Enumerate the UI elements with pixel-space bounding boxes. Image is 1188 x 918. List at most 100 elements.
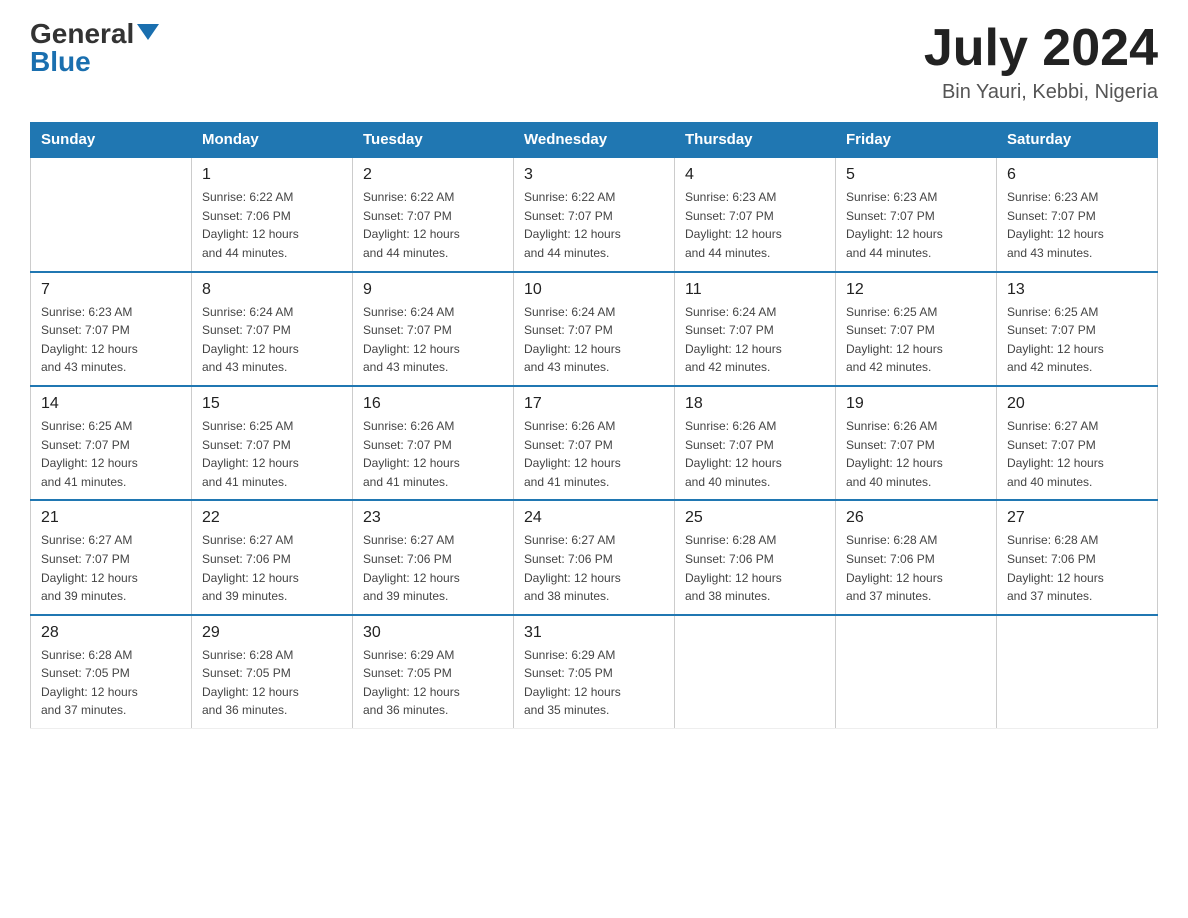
calendar-cell: 31Sunrise: 6:29 AM Sunset: 7:05 PM Dayli… xyxy=(514,615,675,729)
day-number: 12 xyxy=(846,281,986,299)
calendar-cell: 3 Sunrise: 6:22 AM Sunset: 7:07 PM Daylig… xyxy=(514,157,675,271)
calendar-cell: 20Sunrise: 6:27 AM Sunset: 7:07 PM Dayli… xyxy=(997,386,1158,500)
calendar-cell: 19 Sunrise: 6:26 AM Sunset: 7:07 PM Dayli… xyxy=(836,386,997,500)
calendar-cell: 14Sunrise: 6:25 AM Sunset: 7:07 PM Dayli… xyxy=(31,386,192,500)
day-info: Sunrise: 6:27 AM Sunset: 7:07 PM Dayligh… xyxy=(41,531,181,605)
day-number: 1 xyxy=(202,166,342,184)
day-number: 21 xyxy=(41,509,181,527)
day-number: 29 xyxy=(202,624,342,642)
day-info: Sunrise: 6:26 AM Sunset: 7:07 PM Dayligh… xyxy=(846,417,986,491)
calendar-cell: 15 Sunrise: 6:25 AM Sunset: 7:07 PM Dayli… xyxy=(192,386,353,500)
day-info: Sunrise: 6:25 AM Sunset: 7:07 PM Dayligh… xyxy=(41,417,181,491)
calendar-week-1: 1 Sunrise: 6:22 AM Sunset: 7:06 PM Daylig… xyxy=(31,157,1158,271)
calendar-cell xyxy=(675,615,836,729)
day-info: Sunrise: 6:23 AM Sunset: 7:07 PM Dayligh… xyxy=(41,303,181,377)
day-number: 7 xyxy=(41,281,181,299)
calendar-cell: 9Sunrise: 6:24 AM Sunset: 7:07 PM Daylig… xyxy=(353,272,514,386)
day-info: Sunrise: 6:24 AM Sunset: 7:07 PM Dayligh… xyxy=(524,303,664,377)
day-number: 25 xyxy=(685,509,825,527)
calendar-cell xyxy=(31,157,192,271)
header-tuesday: Tuesday xyxy=(353,123,514,158)
day-number: 5 xyxy=(846,166,986,184)
calendar-cell: 18 Sunrise: 6:26 AM Sunset: 7:07 PM Dayli… xyxy=(675,386,836,500)
day-info: Sunrise: 6:28 AM Sunset: 7:06 PM Dayligh… xyxy=(846,531,986,605)
calendar-cell: 8 Sunrise: 6:24 AM Sunset: 7:07 PM Daylig… xyxy=(192,272,353,386)
calendar-cell: 21 Sunrise: 6:27 AM Sunset: 7:07 PM Dayli… xyxy=(31,500,192,614)
calendar-cell: 23 Sunrise: 6:27 AM Sunset: 7:06 PM Dayli… xyxy=(353,500,514,614)
calendar-cell: 27 Sunrise: 6:28 AM Sunset: 7:06 PM Dayli… xyxy=(997,500,1158,614)
day-info: Sunrise: 6:22 AM Sunset: 7:06 PM Dayligh… xyxy=(202,188,342,262)
day-number: 30 xyxy=(363,624,503,642)
calendar-cell xyxy=(836,615,997,729)
day-info: Sunrise: 6:26 AM Sunset: 7:07 PM Dayligh… xyxy=(685,417,825,491)
day-number: 31 xyxy=(524,624,664,642)
location-text: Bin Yauri, Kebbi, Nigeria xyxy=(924,81,1158,104)
header-thursday: Thursday xyxy=(675,123,836,158)
day-number: 9 xyxy=(363,281,503,299)
day-number: 13 xyxy=(1007,281,1147,299)
day-number: 27 xyxy=(1007,509,1147,527)
day-info: Sunrise: 6:23 AM Sunset: 7:07 PM Dayligh… xyxy=(1007,188,1147,262)
calendar-cell: 28Sunrise: 6:28 AM Sunset: 7:05 PM Dayli… xyxy=(31,615,192,729)
calendar-cell: 30 Sunrise: 6:29 AM Sunset: 7:05 PM Dayli… xyxy=(353,615,514,729)
day-info: Sunrise: 6:28 AM Sunset: 7:06 PM Dayligh… xyxy=(1007,531,1147,605)
calendar-cell: 22 Sunrise: 6:27 AM Sunset: 7:06 PM Dayli… xyxy=(192,500,353,614)
calendar-cell: 1 Sunrise: 6:22 AM Sunset: 7:06 PM Daylig… xyxy=(192,157,353,271)
calendar-cell: 16 Sunrise: 6:26 AM Sunset: 7:07 PM Dayli… xyxy=(353,386,514,500)
day-info: Sunrise: 6:22 AM Sunset: 7:07 PM Dayligh… xyxy=(524,188,664,262)
day-info: Sunrise: 6:26 AM Sunset: 7:07 PM Dayligh… xyxy=(524,417,664,491)
day-number: 11 xyxy=(685,281,825,299)
day-info: Sunrise: 6:25 AM Sunset: 7:07 PM Dayligh… xyxy=(846,303,986,377)
calendar-cell: 7 Sunrise: 6:23 AM Sunset: 7:07 PM Daylig… xyxy=(31,272,192,386)
day-number: 4 xyxy=(685,166,825,184)
day-info: Sunrise: 6:27 AM Sunset: 7:06 PM Dayligh… xyxy=(363,531,503,605)
day-number: 22 xyxy=(202,509,342,527)
day-number: 8 xyxy=(202,281,342,299)
day-number: 24 xyxy=(524,509,664,527)
day-number: 2 xyxy=(363,166,503,184)
calendar-cell: 24 Sunrise: 6:27 AM Sunset: 7:06 PM Dayli… xyxy=(514,500,675,614)
day-info: Sunrise: 6:23 AM Sunset: 7:07 PM Dayligh… xyxy=(685,188,825,262)
day-number: 17 xyxy=(524,395,664,413)
day-number: 15 xyxy=(202,395,342,413)
day-number: 3 xyxy=(524,166,664,184)
day-number: 10 xyxy=(524,281,664,299)
day-info: Sunrise: 6:27 AM Sunset: 7:06 PM Dayligh… xyxy=(524,531,664,605)
logo-arrow-icon xyxy=(137,24,159,40)
calendar-cell: 10 Sunrise: 6:24 AM Sunset: 7:07 PM Dayli… xyxy=(514,272,675,386)
calendar-cell: 26 Sunrise: 6:28 AM Sunset: 7:06 PM Dayli… xyxy=(836,500,997,614)
day-number: 28 xyxy=(41,624,181,642)
day-info: Sunrise: 6:26 AM Sunset: 7:07 PM Dayligh… xyxy=(363,417,503,491)
day-info: Sunrise: 6:25 AM Sunset: 7:07 PM Dayligh… xyxy=(202,417,342,491)
calendar-header-row: SundayMondayTuesdayWednesdayThursdayFrid… xyxy=(31,123,1158,158)
day-info: Sunrise: 6:22 AM Sunset: 7:07 PM Dayligh… xyxy=(363,188,503,262)
day-number: 6 xyxy=(1007,166,1147,184)
calendar-week-4: 21 Sunrise: 6:27 AM Sunset: 7:07 PM Dayli… xyxy=(31,500,1158,614)
header-monday: Monday xyxy=(192,123,353,158)
day-info: Sunrise: 6:25 AM Sunset: 7:07 PM Dayligh… xyxy=(1007,303,1147,377)
header-wednesday: Wednesday xyxy=(514,123,675,158)
header-sunday: Sunday xyxy=(31,123,192,158)
calendar-cell: 13 Sunrise: 6:25 AM Sunset: 7:07 PM Dayli… xyxy=(997,272,1158,386)
calendar-cell: 17 Sunrise: 6:26 AM Sunset: 7:07 PM Dayli… xyxy=(514,386,675,500)
calendar-cell: 5 Sunrise: 6:23 AM Sunset: 7:07 PM Daylig… xyxy=(836,157,997,271)
day-info: Sunrise: 6:27 AM Sunset: 7:06 PM Dayligh… xyxy=(202,531,342,605)
day-info: Sunrise: 6:28 AM Sunset: 7:05 PM Dayligh… xyxy=(202,646,342,720)
calendar-cell: 29 Sunrise: 6:28 AM Sunset: 7:05 PM Dayli… xyxy=(192,615,353,729)
month-title: July 2024 xyxy=(924,20,1158,77)
calendar-cell: 11Sunrise: 6:24 AM Sunset: 7:07 PM Dayli… xyxy=(675,272,836,386)
day-number: 19 xyxy=(846,395,986,413)
day-number: 23 xyxy=(363,509,503,527)
day-info: Sunrise: 6:24 AM Sunset: 7:07 PM Dayligh… xyxy=(202,303,342,377)
day-number: 26 xyxy=(846,509,986,527)
day-number: 18 xyxy=(685,395,825,413)
logo-blue-text: Blue xyxy=(30,48,91,76)
day-number: 16 xyxy=(363,395,503,413)
calendar-cell: 4 Sunrise: 6:23 AM Sunset: 7:07 PM Daylig… xyxy=(675,157,836,271)
calendar-week-3: 14Sunrise: 6:25 AM Sunset: 7:07 PM Dayli… xyxy=(31,386,1158,500)
calendar-week-2: 7 Sunrise: 6:23 AM Sunset: 7:07 PM Daylig… xyxy=(31,272,1158,386)
day-info: Sunrise: 6:27 AM Sunset: 7:07 PM Dayligh… xyxy=(1007,417,1147,491)
day-info: Sunrise: 6:29 AM Sunset: 7:05 PM Dayligh… xyxy=(363,646,503,720)
page-header: General Blue July 2024 Bin Yauri, Kebbi,… xyxy=(30,20,1158,104)
day-info: Sunrise: 6:23 AM Sunset: 7:07 PM Dayligh… xyxy=(846,188,986,262)
